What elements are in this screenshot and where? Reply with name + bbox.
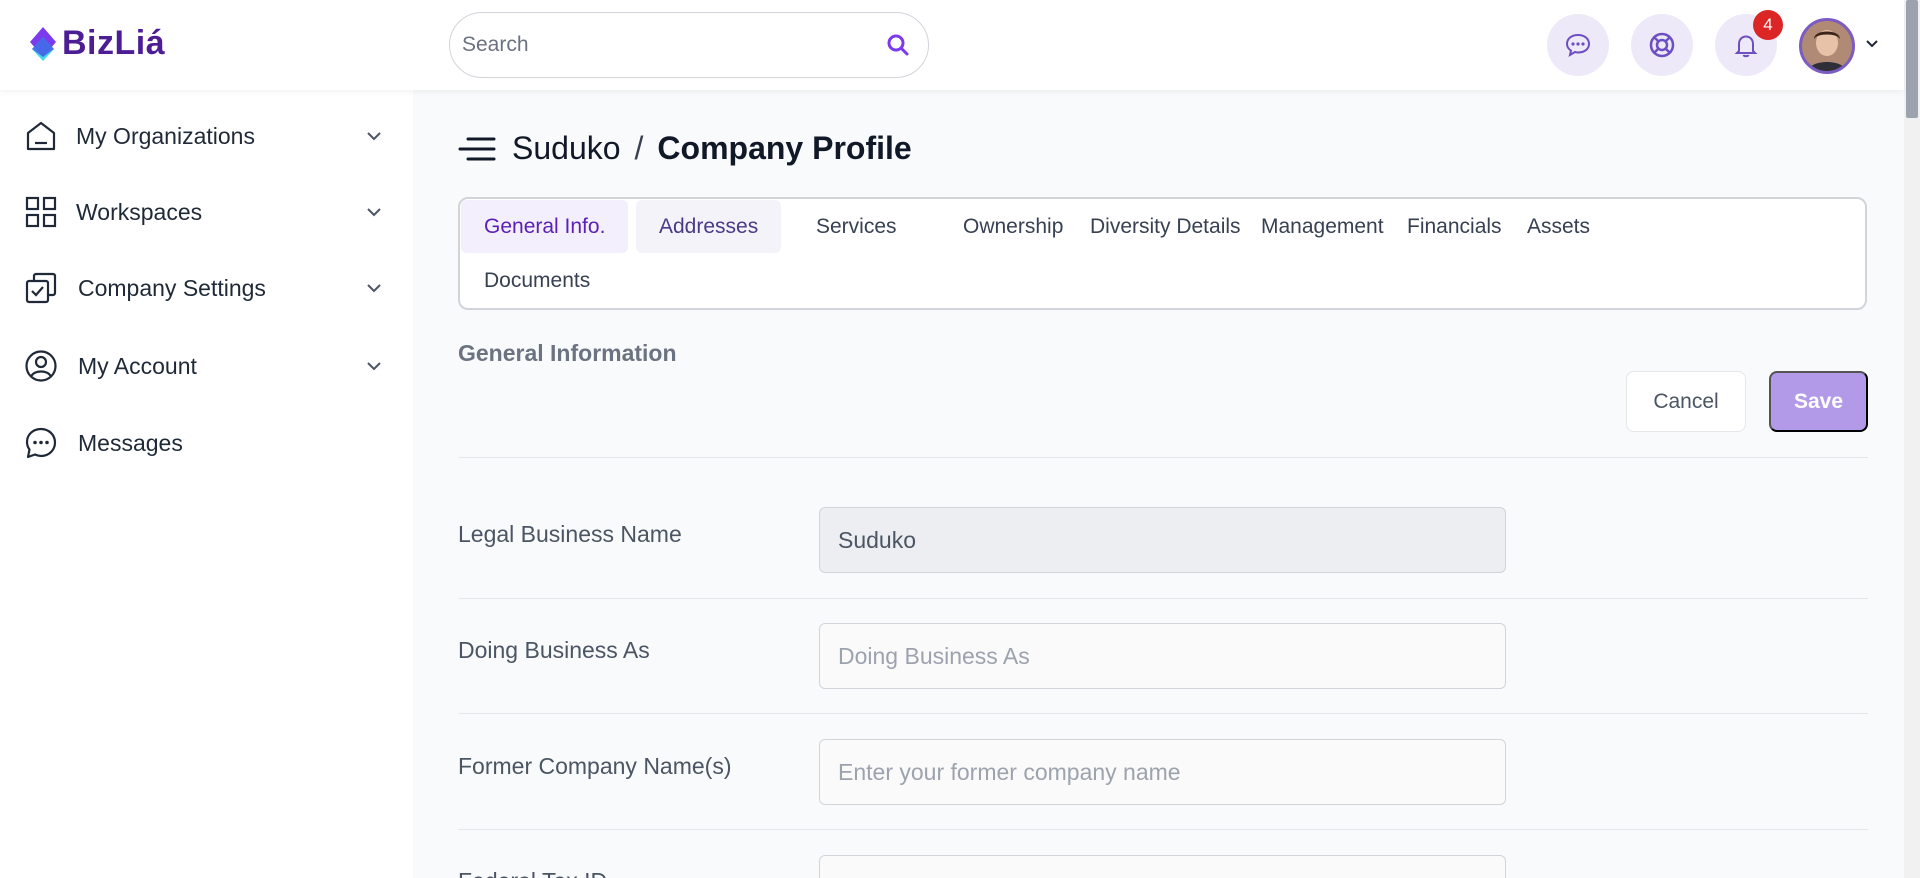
user-photo-icon	[1802, 21, 1852, 71]
grid-icon	[24, 195, 58, 229]
breadcrumb: Suduko / Company Profile	[458, 130, 912, 167]
sidebar-item-my-organizations[interactable]: My Organizations	[24, 108, 384, 164]
tab-addresses[interactable]: Addresses	[636, 200, 782, 253]
divider	[458, 829, 1868, 830]
chevron-down-icon[interactable]	[364, 278, 384, 298]
chevron-down-icon[interactable]	[364, 126, 384, 146]
divider	[458, 598, 1868, 599]
chevron-down-icon[interactable]	[1864, 38, 1880, 50]
sidebar-item-messages[interactable]: Messages	[24, 415, 384, 471]
sidebar-item-label: Messages	[78, 429, 183, 456]
search-icon[interactable]	[886, 33, 910, 57]
chat-button[interactable]	[1547, 14, 1609, 76]
tab-documents[interactable]: Documents	[461, 254, 613, 307]
tab-services[interactable]: Services	[793, 200, 920, 253]
tab-general-info[interactable]: General Info.	[461, 200, 629, 253]
former-company-name-input[interactable]	[838, 758, 1487, 786]
divider	[458, 713, 1868, 714]
page-title: Company Profile	[657, 130, 912, 166]
sidebar-item-label: My Organizations	[76, 122, 255, 149]
field-value: Suduko	[838, 526, 917, 553]
home-icon	[24, 119, 58, 153]
chevron-down-icon[interactable]	[364, 202, 384, 222]
brand-name: BizLiá	[62, 24, 166, 62]
tab-management[interactable]: Management	[1238, 200, 1407, 253]
field-label-federal-tax-id: Federal Tax ID	[458, 868, 607, 878]
sidebar-item-company-settings[interactable]: Company Settings	[24, 260, 384, 316]
support-button[interactable]	[1631, 14, 1693, 76]
search-box[interactable]	[449, 12, 929, 78]
tab-ownership[interactable]: Ownership	[940, 200, 1086, 253]
tab-assets[interactable]: Assets	[1504, 200, 1613, 253]
notification-badge: 4	[1753, 10, 1783, 40]
federal-tax-id-field[interactable]	[819, 855, 1506, 878]
former-company-name-field[interactable]	[819, 739, 1506, 805]
sidebar-item-label: Workspaces	[76, 198, 203, 225]
notifications-button[interactable]: 4	[1715, 10, 1783, 76]
sidebar-item-workspaces[interactable]: Workspaces	[24, 184, 384, 240]
scrollbar[interactable]	[1904, 0, 1920, 878]
doing-business-as-field[interactable]	[819, 623, 1506, 689]
user-circle-icon	[24, 349, 58, 383]
brand-logo[interactable]: BizLiá	[28, 24, 165, 63]
cancel-button[interactable]: Cancel	[1626, 371, 1746, 432]
sidebar-item-label: Company Settings	[78, 274, 266, 301]
menu-toggle-icon[interactable]	[458, 134, 496, 164]
message-icon	[24, 426, 58, 460]
breadcrumb-org[interactable]: Suduko	[512, 130, 621, 167]
field-label-doing-business-as: Doing Business As	[458, 637, 650, 663]
divider	[458, 457, 1868, 458]
support-icon	[1649, 32, 1675, 58]
main-content: Suduko / Company Profile General Info. A…	[413, 90, 1904, 878]
scrollbar-thumb[interactable]	[1906, 0, 1918, 118]
sidebar: My Organizations Workspaces Company Sett…	[0, 90, 413, 878]
top-bar: BizLiá 4	[0, 0, 1904, 90]
profile-tabs: General Info. Addresses Services Ownersh…	[458, 197, 1867, 310]
search-input[interactable]	[462, 33, 886, 57]
sidebar-item-label: My Account	[78, 352, 197, 379]
logo-mark-icon	[30, 26, 56, 61]
save-button[interactable]: Save	[1769, 371, 1868, 432]
sidebar-item-my-account[interactable]: My Account	[24, 338, 384, 394]
tab-diversity-details[interactable]: Diversity Details	[1067, 200, 1264, 253]
field-label-legal-business-name: Legal Business Name	[458, 521, 682, 547]
chat-icon	[1565, 33, 1591, 58]
legal-business-name-field[interactable]: Suduko	[819, 507, 1506, 573]
settings-check-icon	[24, 271, 58, 305]
breadcrumb-separator: /	[634, 130, 644, 166]
doing-business-as-input[interactable]	[838, 642, 1487, 670]
field-label-former-company-names: Former Company Name(s)	[458, 753, 732, 779]
section-title: General Information	[458, 340, 677, 366]
avatar[interactable]	[1799, 18, 1855, 74]
chevron-down-icon[interactable]	[364, 356, 384, 376]
